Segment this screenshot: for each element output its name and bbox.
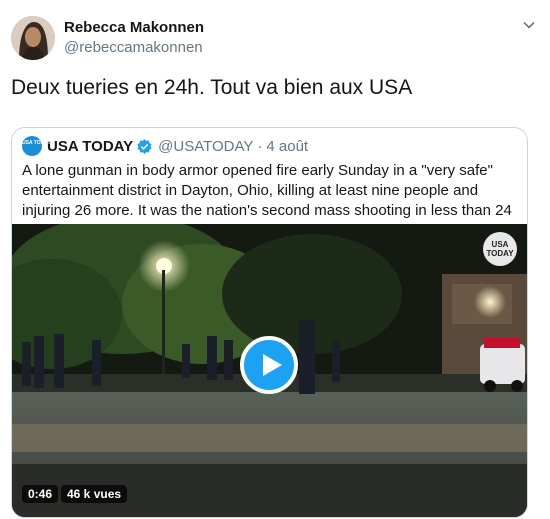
play-button[interactable] xyxy=(240,336,298,394)
quoted-tweet[interactable]: USA TODAY USA TODAY @USATODAY · 4 août A… xyxy=(11,127,528,518)
video-duration: 0:46 xyxy=(22,485,59,503)
avatar[interactable] xyxy=(11,16,55,60)
watermark-line-2: TODAY xyxy=(486,249,514,258)
quoted-date[interactable]: 4 août xyxy=(266,138,308,155)
quoted-header: USA TODAY USA TODAY @USATODAY · 4 août xyxy=(22,136,308,156)
logo-text: USA TODAY xyxy=(22,140,51,146)
separator: · xyxy=(257,137,263,155)
author-block: Rebecca Makonnen @rebeccamakonnen xyxy=(64,18,204,58)
watermark-line-1: USA xyxy=(491,240,509,249)
video-player[interactable]: USA TODAY 0:46 46 k vues xyxy=(12,224,527,517)
video-view-count: 46 k vues xyxy=(61,485,128,503)
verified-badge-icon xyxy=(137,138,152,154)
tweet-card: Rebecca Makonnen @rebeccamakonnen Deux t… xyxy=(0,0,550,519)
usa-today-logo-icon[interactable]: USA TODAY xyxy=(22,136,51,156)
avatar-portrait xyxy=(11,16,55,60)
tweet-text: Deux tueries en 24h. Tout va bien aux US… xyxy=(11,76,413,99)
author-handle[interactable]: @rebeccamakonnen xyxy=(64,38,204,58)
play-icon xyxy=(263,354,282,376)
author-name[interactable]: Rebecca Makonnen xyxy=(64,18,204,38)
usa-today-watermark: USA TODAY xyxy=(483,232,517,266)
chevron-down-icon[interactable] xyxy=(522,18,536,32)
quoted-author-name[interactable]: USA TODAY xyxy=(47,138,133,155)
quoted-author-handle[interactable]: @USATODAY xyxy=(158,138,253,155)
